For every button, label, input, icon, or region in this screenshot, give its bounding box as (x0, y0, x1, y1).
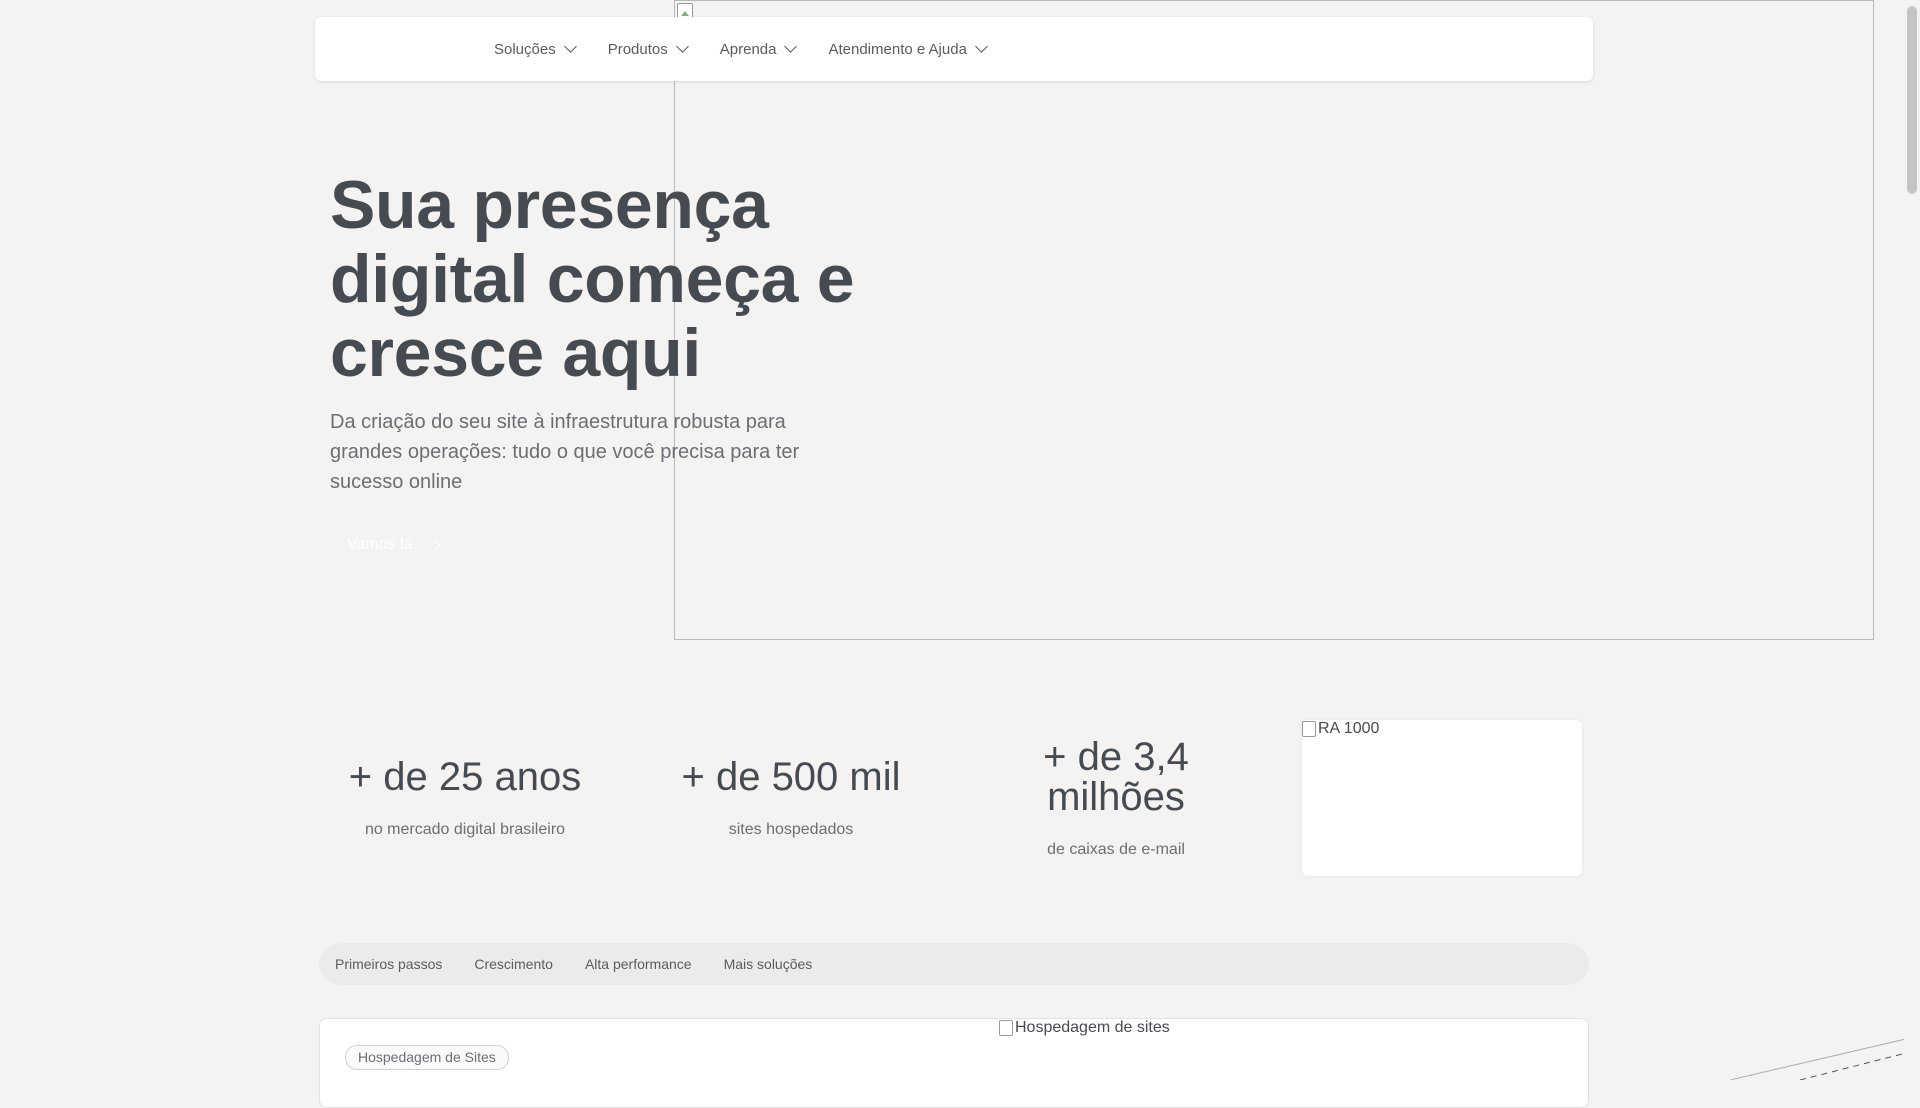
chevron-down-icon (975, 40, 988, 53)
nav-item-solucoes[interactable]: Soluções (494, 40, 577, 58)
product-image-alt: Hospedagem de sites (1015, 1019, 1170, 1036)
product-card: Hospedagem de Sites Hospedagem de sites (319, 1018, 1589, 1108)
nav-item-label: Aprenda (719, 40, 777, 58)
nav-item-label: Soluções (494, 40, 556, 58)
ra-badge-alt: RA 1000 (1318, 720, 1380, 737)
chevron-down-icon (784, 40, 798, 53)
hero-title: Sua presença digital começa e cresce aqu… (330, 167, 855, 391)
tab-alta-performance[interactable]: Alta performance (585, 956, 692, 972)
tab-crescimento[interactable]: Crescimento (474, 956, 553, 972)
stat-label: sites hospedados (728, 821, 854, 838)
tab-primeiros-passos[interactable]: Primeiros passos (335, 956, 442, 972)
tab-mais-solucoes[interactable]: Mais soluções (724, 956, 813, 972)
stat-label: de caixas de e-mail (1047, 841, 1185, 858)
scrollbar-track[interactable] (1904, 0, 1920, 1080)
nav-item-aprenda[interactable]: Aprenda (719, 40, 798, 58)
nav-item-label: Produtos (607, 40, 668, 58)
nav-item-atendimento[interactable]: Atendimento e Ajuda (828, 40, 988, 58)
scrollbar-thumb[interactable] (1907, 6, 1917, 194)
chevron-down-icon (563, 40, 577, 53)
main-navbar: Soluções Produtos Aprenda Atendimento e … (315, 17, 1593, 81)
decorative-lines (1730, 1037, 1910, 1080)
ra-badge-image: RA 1000 (1302, 720, 1379, 738)
chevron-down-icon (675, 40, 689, 53)
stat-emails: + de 3,4 milhões de caixas de e-mail (966, 737, 1266, 859)
ra-badge-card: RA 1000 (1302, 720, 1582, 876)
stat-value: + de 25 anos (348, 755, 582, 799)
nav-item-produtos[interactable]: Produtos (607, 40, 689, 58)
stat-sites: + de 500 mil sites hospedados (641, 757, 941, 839)
stat-years: + de 25 anos no mercado digital brasilei… (315, 757, 615, 839)
nav-item-label: Atendimento e Ajuda (828, 40, 967, 58)
hero-subtitle: Da criação do seu site à infraestrutura … (330, 411, 800, 493)
stat-value: + de 3,4 milhões (1043, 735, 1189, 819)
cta-label: Vamos lá (347, 536, 413, 553)
stat-label: no mercado digital brasileiro (364, 821, 566, 838)
cta-button[interactable]: Vamos lá (330, 526, 456, 564)
broken-image-icon (1302, 721, 1316, 737)
product-image: Hospedagem de sites (999, 1019, 1170, 1037)
broken-image-icon (999, 1020, 1013, 1036)
stat-value: + de 500 mil (681, 755, 901, 799)
chevron-right-icon (428, 539, 441, 551)
product-badge: Hospedagem de Sites (345, 1045, 509, 1070)
solution-tabs: Primeiros passos Crescimento Alta perfor… (319, 943, 1589, 985)
